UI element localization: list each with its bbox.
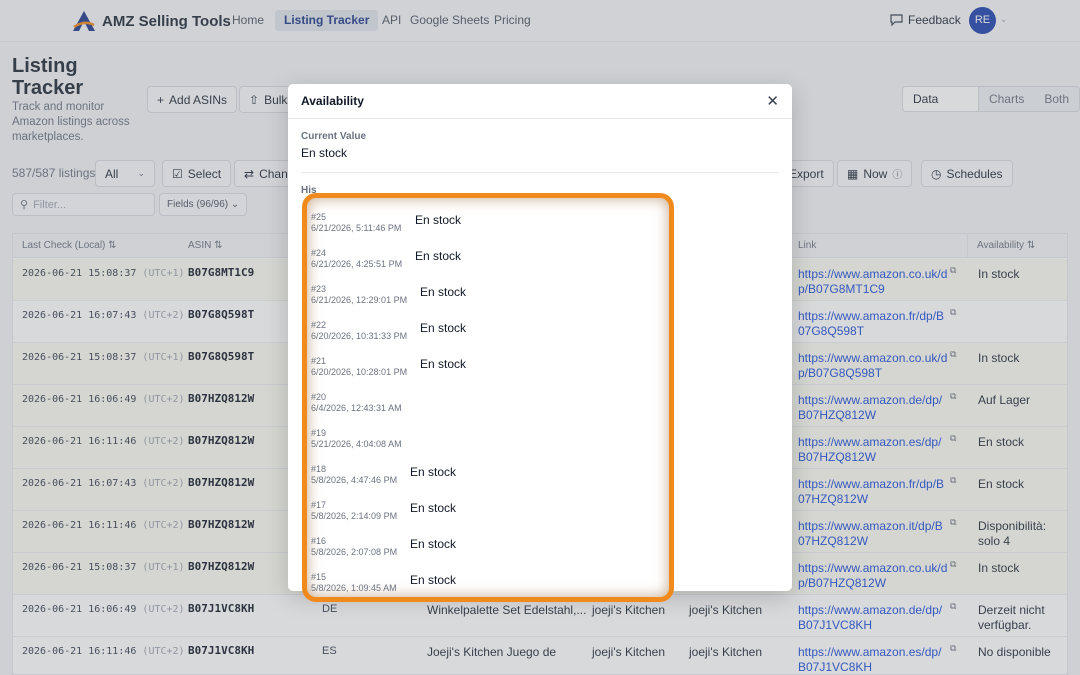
history-value: En stock [420, 357, 467, 371]
history-value: En stock [410, 537, 457, 551]
history-entry: #19 5/21/2026, 4:04:08 AM [311, 428, 651, 460]
history-number: #18 [311, 464, 327, 474]
current-value-label: Current Value [301, 131, 367, 142]
history-timestamp: 6/21/2026, 5:11:46 PM [311, 223, 402, 233]
history-entry: #18 5/8/2026, 4:47:46 PM En stock [311, 464, 651, 496]
modal-title: Availability [301, 94, 364, 108]
history-value: En stock [415, 213, 462, 227]
history-entry: #21 6/20/2026, 10:28:01 PM En stock [311, 356, 651, 388]
history-entry: #25 6/21/2026, 5:11:46 PM En stock [311, 212, 651, 244]
history-timestamp: 6/4/2026, 12:43:31 AM [311, 403, 402, 413]
history-timestamp: 5/8/2026, 2:14:09 PM [311, 511, 398, 521]
history-value: En stock [410, 465, 457, 479]
history-timestamp: 5/8/2026, 2:07:08 PM [311, 547, 398, 557]
history-number: #22 [311, 320, 327, 330]
history-number: #17 [311, 500, 327, 510]
history-entry: #15 5/8/2026, 1:09:45 AM En stock [311, 572, 651, 597]
history-value: En stock [415, 249, 462, 263]
history-timestamp: 5/8/2026, 1:09:45 AM [311, 583, 397, 593]
history-entry: #17 5/8/2026, 2:14:09 PM En stock [311, 500, 651, 532]
history-number: #25 [311, 212, 327, 222]
history-number: #15 [311, 572, 327, 582]
history-timestamp: 6/20/2026, 10:31:33 PM [311, 331, 408, 341]
history-entry: #24 6/21/2026, 4:25:51 PM En stock [311, 248, 651, 280]
history-entry: #20 6/4/2026, 12:43:31 AM [311, 392, 651, 424]
history-timestamp: 5/8/2026, 4:47:46 PM [311, 475, 398, 485]
history-timestamp: 6/21/2026, 4:25:51 PM [311, 259, 403, 269]
history-timestamp: 6/21/2026, 12:29:01 PM [311, 295, 408, 305]
history-number: #24 [311, 248, 327, 258]
history-entry: #22 6/20/2026, 10:31:33 PM En stock [311, 320, 651, 352]
history-entry: #23 6/21/2026, 12:29:01 PM En stock [311, 284, 651, 316]
history-timestamp: 6/20/2026, 10:28:01 PM [311, 367, 408, 377]
history-value: En stock [410, 501, 457, 515]
history-number: #16 [311, 536, 327, 546]
history-entry: #16 5/8/2026, 2:07:08 PM En stock [311, 536, 651, 568]
close-icon[interactable]: ✕ [766, 92, 779, 110]
history-list[interactable]: #25 6/21/2026, 5:11:46 PM En stock #24 6/21/… [302, 193, 674, 602]
history-timestamp: 5/21/2026, 4:04:08 AM [311, 439, 402, 449]
history-number: #23 [311, 284, 327, 294]
history-scroll[interactable]: #25 6/21/2026, 5:11:46 PM En stock #24 6/21/… [307, 198, 669, 597]
current-value: En stock [301, 146, 348, 160]
modal-header: Availability ✕ [288, 84, 792, 119]
history-number: #19 [311, 428, 327, 438]
history-value: En stock [410, 573, 457, 587]
history-number: #20 [311, 392, 327, 402]
divider [301, 172, 779, 173]
history-value: En stock [420, 285, 467, 299]
history-number: #21 [311, 356, 327, 366]
history-value: En stock [420, 321, 467, 335]
